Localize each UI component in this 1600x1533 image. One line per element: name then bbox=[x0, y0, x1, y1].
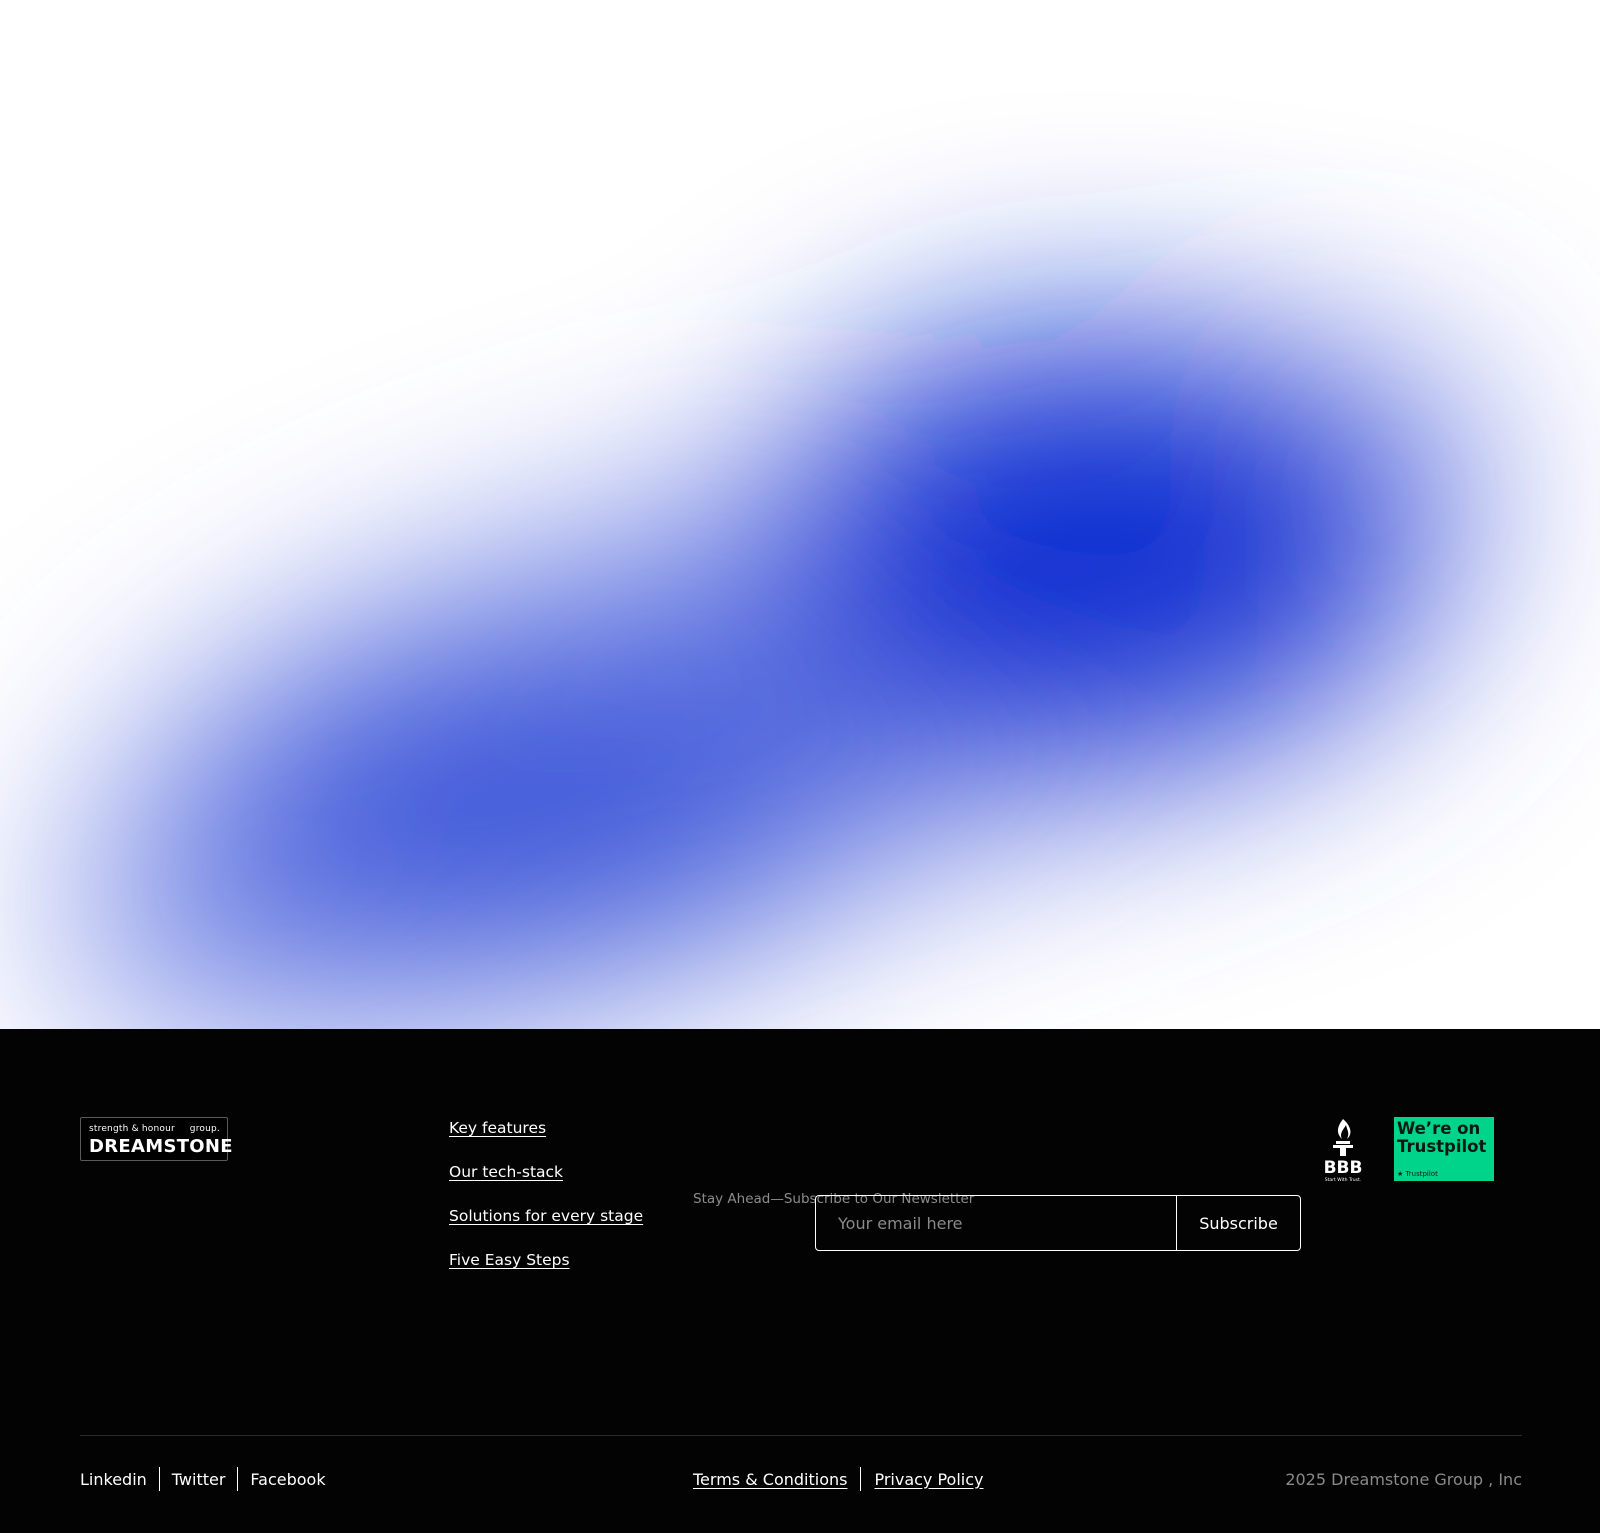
trustpilot-subtext: Trustpilot bbox=[1405, 1170, 1438, 1178]
blob-right-core bbox=[780, 335, 1400, 755]
bbb-subtext: Start With Trust. bbox=[1325, 1177, 1361, 1183]
legal-links: Terms & Conditions Privacy Policy bbox=[693, 1467, 984, 1491]
privacy-link[interactable]: Privacy Policy bbox=[874, 1470, 983, 1489]
footer-nav-item: Solutions for every stage bbox=[449, 1206, 643, 1250]
logo-wordmark: DREAMSTONE bbox=[89, 1136, 233, 1157]
site-footer: strength & honour group. DREAMSTONE Key … bbox=[0, 1029, 1600, 1533]
subscribe-button[interactable]: Subscribe bbox=[1176, 1196, 1300, 1250]
social-link-twitter[interactable]: Twitter bbox=[172, 1470, 226, 1489]
star-icon: ★ bbox=[1397, 1170, 1404, 1178]
logo-tagline: strength & honour bbox=[89, 1124, 175, 1134]
dreamstone-logo[interactable]: strength & honour group. DREAMSTONE bbox=[80, 1117, 233, 1161]
trustpilot-badge[interactable]: We’re on Trustpilot ★ Trustpilot bbox=[1394, 1117, 1494, 1181]
bbb-text: BBB bbox=[1324, 1158, 1363, 1178]
terms-link[interactable]: Terms & Conditions bbox=[693, 1470, 847, 1489]
bbb-badge[interactable]: BBB Start With Trust. bbox=[1320, 1117, 1366, 1183]
separator bbox=[158, 1467, 160, 1491]
nav-link-five-easy-steps[interactable]: Five Easy Steps bbox=[449, 1251, 570, 1269]
blob-left-core bbox=[220, 660, 860, 960]
bbb-torch-icon: BBB Start With Trust. bbox=[1324, 1119, 1363, 1183]
separator bbox=[237, 1467, 239, 1491]
nav-link-tech-stack[interactable]: Our tech-stack bbox=[449, 1163, 563, 1181]
trustpilot-title: We’re on Trustpilot bbox=[1397, 1119, 1487, 1156]
nav-link-solutions[interactable]: Solutions for every stage bbox=[449, 1207, 643, 1225]
footer-nav-item: Five Easy Steps bbox=[449, 1250, 643, 1294]
social-link-linkedin[interactable]: Linkedin bbox=[80, 1470, 147, 1489]
copyright-text: 2025 Dreamstone Group , Inc bbox=[1285, 1470, 1522, 1489]
separator bbox=[860, 1467, 862, 1491]
social-link-facebook[interactable]: Facebook bbox=[250, 1470, 325, 1489]
trustpilot-footer: ★ Trustpilot bbox=[1397, 1170, 1438, 1178]
social-links: Linkedin Twitter Facebook bbox=[80, 1467, 326, 1491]
footer-divider bbox=[80, 1435, 1522, 1436]
logo-group-text: group. bbox=[189, 1124, 220, 1134]
footer-nav-item: Key features bbox=[449, 1118, 643, 1162]
nav-link-key-features[interactable]: Key features bbox=[449, 1119, 546, 1137]
newsletter-form: Subscribe bbox=[815, 1195, 1301, 1251]
footer-nav: Key features Our tech-stack Solutions fo… bbox=[449, 1118, 643, 1294]
newsletter-email-input[interactable] bbox=[816, 1196, 1176, 1250]
hero-section bbox=[0, 0, 1600, 1029]
footer-nav-item: Our tech-stack bbox=[449, 1162, 643, 1206]
gradient-blob-background bbox=[68, 335, 1478, 1029]
